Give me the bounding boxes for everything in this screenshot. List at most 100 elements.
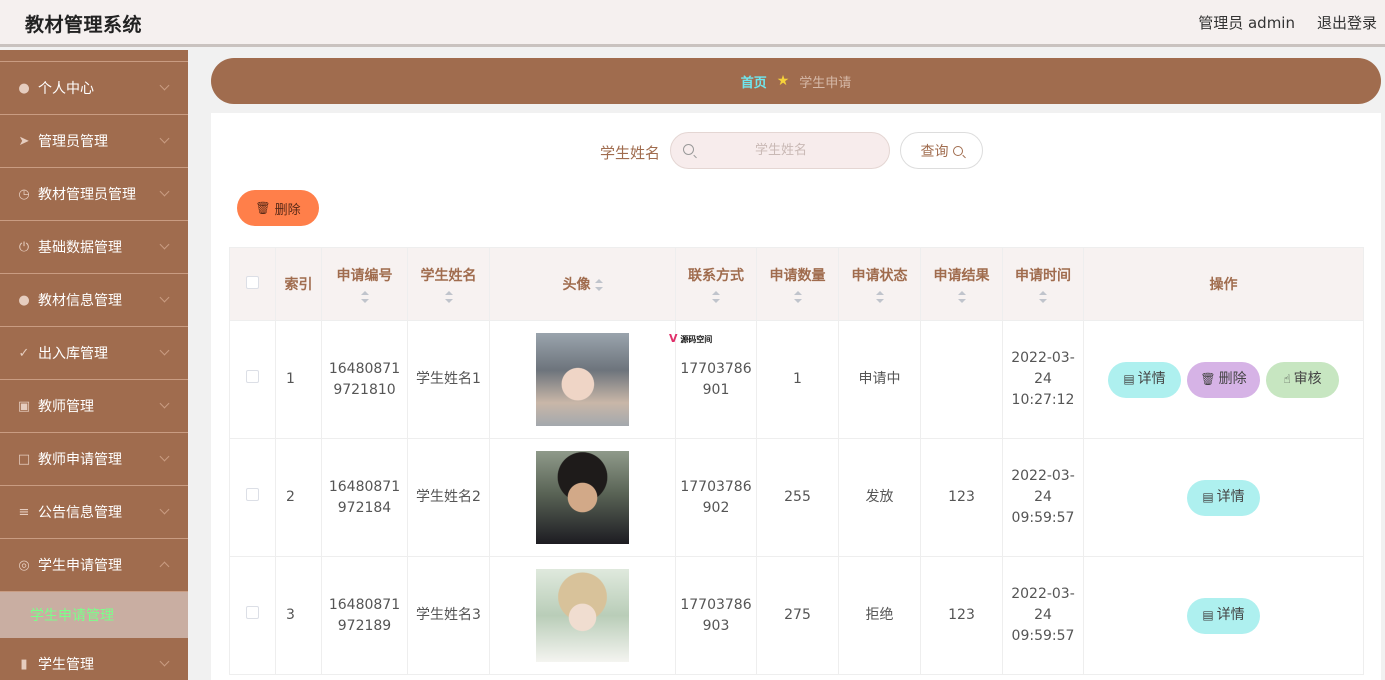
cell-status: 申请中	[838, 320, 921, 439]
header-no-label: 申请编号	[336, 268, 393, 284]
copy-icon: □	[17, 451, 31, 467]
header-qty[interactable]: 申请数量	[756, 247, 839, 321]
sidebar-item-textbook-admin-management[interactable]: ◷ 教材管理员管理	[0, 168, 188, 221]
chevron-down-icon	[159, 345, 170, 356]
header-no[interactable]: 申请编号	[321, 247, 408, 321]
cell-ops: ▤ 详情	[1083, 556, 1364, 675]
chevron-down-icon	[159, 504, 170, 515]
chevron-down-icon	[159, 398, 170, 409]
sidebar: ● 个人中心 ➤ 管理员管理 ◷ 教材管理员管理 ⏻ 基础数据管理 ● 教材信息…	[0, 50, 188, 680]
header-status-label: 申请状态	[851, 268, 908, 284]
cell-no: 16480871 972189	[321, 556, 408, 675]
logout-link[interactable]: 退出登录	[1317, 12, 1377, 33]
batch-delete-button[interactable]: 🗑 删除	[237, 190, 319, 226]
sort-icon[interactable]	[1039, 291, 1047, 303]
sort-icon[interactable]	[875, 291, 884, 303]
document-icon: ▤	[1202, 608, 1214, 622]
cell-qty: 275	[756, 556, 839, 675]
header-index-label: 索引	[284, 277, 313, 293]
sidebar-item-stock-management[interactable]: ✓ 出入库管理	[0, 327, 188, 380]
document-icon: ▤	[1123, 372, 1135, 386]
header-avatar[interactable]: 头像	[489, 247, 676, 321]
header-index: 索引	[275, 247, 322, 321]
submenu-item-student-application[interactable]: 学生申请管理	[0, 592, 188, 638]
search-icon	[952, 145, 963, 156]
sidebar-item-announcement-management[interactable]: ≡ 公告信息管理	[0, 486, 188, 539]
delete-button[interactable]: 🗑 删除	[1187, 361, 1260, 398]
query-button[interactable]: 查询	[900, 132, 983, 169]
detail-button[interactable]: ▤ 详情	[1187, 597, 1260, 634]
sidebar-item-admin-management[interactable]: ➤ 管理员管理	[0, 115, 188, 168]
sidebar-item-student-management[interactable]: ▮ 学生管理	[0, 638, 188, 680]
cell-status: 拒绝	[838, 556, 921, 675]
select-all-checkbox[interactable]	[246, 275, 259, 289]
power-icon: ⏻	[18, 239, 30, 255]
detail-button[interactable]: ▤ 详情	[1187, 479, 1260, 516]
avatar-image	[536, 569, 629, 662]
cell-name: 学生姓名1	[407, 320, 490, 439]
sliders-icon: ≡	[18, 504, 30, 520]
breadcrumb: 首页 ★ 学生申请	[211, 58, 1381, 104]
search-label: 学生姓名	[600, 144, 661, 162]
header-qty-label: 申请数量	[769, 268, 826, 284]
sort-icon[interactable]	[712, 291, 720, 303]
header-result[interactable]: 申请结果	[920, 247, 1003, 321]
row-checkbox[interactable]	[246, 488, 259, 501]
sidebar-item-label: 教师申请管理	[38, 452, 122, 468]
sidebar-item-label: 出入库管理	[38, 346, 108, 362]
chevron-down-icon	[159, 80, 170, 91]
breadcrumb-home[interactable]: 首页	[741, 72, 767, 91]
sort-icon[interactable]	[360, 291, 369, 303]
send-icon: ➤	[18, 133, 30, 149]
cell-index: 2	[275, 438, 322, 557]
header-time[interactable]: 申请时间	[1002, 247, 1084, 321]
trash-icon: 🗑	[255, 201, 271, 215]
student-name-input[interactable]	[701, 133, 861, 168]
detail-label: 详情	[1137, 371, 1166, 387]
header-phone-label: 联系方式	[688, 268, 744, 284]
chevron-down-icon	[159, 451, 170, 462]
cell-avatar	[489, 438, 676, 557]
sidebar-item-teacher-application-management[interactable]: □ 教师申请管理	[0, 433, 188, 486]
chevron-up-icon	[159, 561, 170, 572]
chevron-down-icon	[159, 239, 170, 250]
sort-icon[interactable]	[957, 291, 966, 303]
avatar-image	[536, 333, 629, 426]
sidebar-item-base-data-management[interactable]: ⏻ 基础数据管理	[0, 221, 188, 274]
table-row: 3 16480871 972189 学生姓名3 17703786 903 275…	[229, 556, 1364, 675]
row-select-cell	[229, 556, 276, 675]
sidebar-item-personal-center[interactable]: ● 个人中心	[0, 62, 188, 115]
breadcrumb-current: 学生申请	[799, 75, 852, 91]
header-phone[interactable]: 联系方式	[675, 247, 757, 321]
sidebar-item-student-application-management[interactable]: ◎ 学生申请管理	[0, 539, 188, 592]
row-checkbox[interactable]	[246, 370, 259, 383]
hand-icon: ☝	[1283, 372, 1291, 386]
mic-icon: ▮	[20, 656, 28, 672]
audit-button[interactable]: ☝ 审核	[1266, 361, 1339, 398]
user-icon: ●	[18, 80, 30, 96]
top-header: 教材管理系统 管理员 admin 退出登录	[0, 0, 1385, 47]
sidebar-item-label: 基础数据管理	[38, 240, 122, 256]
cell-no: 16480871 972184	[321, 438, 408, 557]
table-row: 2 16480871 972184 学生姓名2 17703786 902 255…	[229, 438, 1364, 557]
header-name[interactable]: 学生姓名	[407, 247, 490, 321]
sidebar-item-label: 教材信息管理	[38, 293, 122, 309]
main-panel: 学生姓名 查询 🗑 删除 索引 申请编号 学生姓名 头像 联系方式 申请数量 申…	[211, 113, 1381, 680]
sort-icon[interactable]	[444, 291, 453, 303]
detail-button[interactable]: ▤ 详情	[1108, 361, 1181, 398]
sidebar-item-label: 教师管理	[38, 399, 94, 415]
avatar-image	[536, 451, 629, 544]
cell-avatar	[489, 320, 676, 439]
cell-phone: 17703786 902	[675, 438, 757, 557]
sort-icon[interactable]	[594, 279, 603, 291]
header-status[interactable]: 申请状态	[838, 247, 921, 321]
query-button-label: 查询	[920, 143, 949, 160]
sidebar-item-teacher-management[interactable]: ▣ 教师管理	[0, 380, 188, 433]
row-select-cell	[229, 320, 276, 439]
cell-ops: ▤ 详情 🗑 删除 ☝ 审核	[1083, 320, 1364, 439]
cell-time: 2022-03-24 10:27:12	[1002, 320, 1084, 439]
cell-phone: 17703786 903	[675, 556, 757, 675]
row-checkbox[interactable]	[246, 606, 259, 619]
sort-icon[interactable]	[793, 291, 802, 303]
sidebar-item-textbook-info-management[interactable]: ● 教材信息管理	[0, 274, 188, 327]
